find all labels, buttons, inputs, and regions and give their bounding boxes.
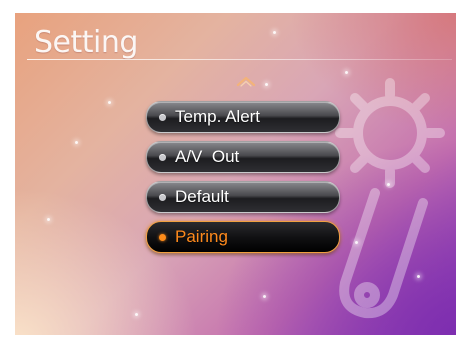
menu-item-label: Pairing xyxy=(175,227,228,246)
menu-item-pairing[interactable]: Pairing xyxy=(146,221,340,253)
bullet-icon xyxy=(159,153,166,161)
bullet-icon xyxy=(159,233,166,241)
sparkle xyxy=(387,183,390,186)
bullet-icon xyxy=(159,113,166,121)
sparkle xyxy=(135,313,138,316)
title-divider xyxy=(27,59,452,60)
sparkle xyxy=(345,71,348,74)
sparkle xyxy=(75,141,78,144)
scroll-up-button[interactable] xyxy=(235,74,257,88)
sparkle xyxy=(355,241,358,244)
sparkle xyxy=(265,83,268,86)
menu-item-label: Temp. Alert xyxy=(175,107,261,126)
chevron-up-icon xyxy=(236,76,256,87)
menu-item-temp-alert[interactable]: Temp. Alert xyxy=(146,101,340,133)
settings-menu: Temp. Alert A/V Out Default Pairing xyxy=(146,101,340,261)
menu-item-default[interactable]: Default xyxy=(146,181,340,213)
sparkle xyxy=(263,295,266,298)
menu-item-label: Default xyxy=(175,187,229,206)
settings-screen: Setting Temp. Alert A/V Out Default Pair… xyxy=(15,13,456,335)
menu-item-label: A/V Out xyxy=(175,147,240,166)
page-title: Setting xyxy=(34,25,138,60)
sparkle xyxy=(417,275,420,278)
menu-item-av-out[interactable]: A/V Out xyxy=(146,141,340,173)
bullet-icon xyxy=(159,193,166,201)
sparkle xyxy=(108,101,111,104)
sparkle xyxy=(47,218,50,221)
sparkle xyxy=(273,31,276,34)
